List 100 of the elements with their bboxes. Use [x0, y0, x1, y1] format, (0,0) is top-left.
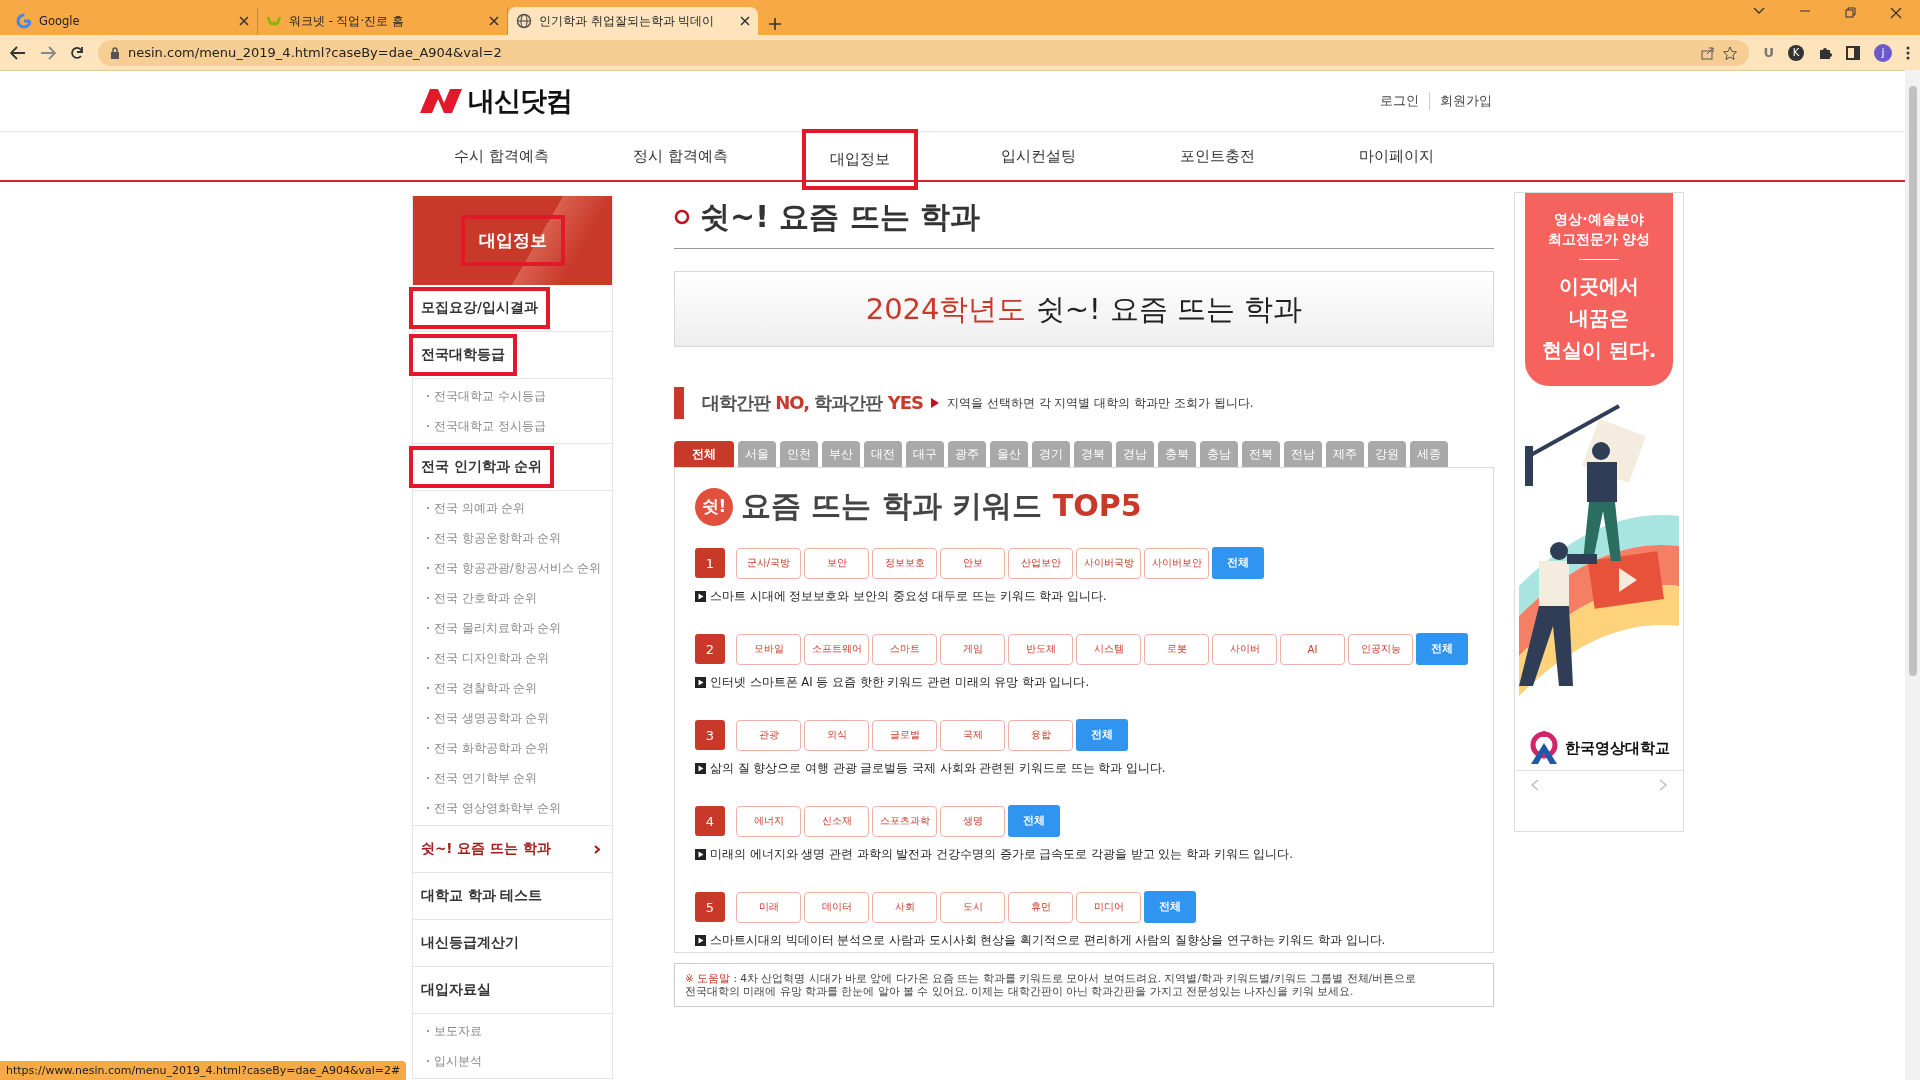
- site-logo[interactable]: 내신닷컴: [468, 83, 572, 119]
- keyword-button[interactable]: 정보보호: [872, 547, 937, 579]
- rank-badge: 2: [695, 634, 725, 664]
- sidebar-subitem[interactable]: 전국 물리치료학과 순위: [434, 620, 562, 636]
- shh-badge: 쉿!: [695, 487, 733, 526]
- nav-link[interactable]: 마이페이지: [1331, 125, 1462, 187]
- sidebar-subitem[interactable]: 전국대학교 정시등급: [434, 418, 546, 434]
- all-button[interactable]: 전체: [1416, 633, 1468, 665]
- reload-icon[interactable]: [70, 45, 84, 60]
- sidebar-item[interactable]: 내신등급계산기: [413, 920, 612, 967]
- keyword-button[interactable]: 로봇: [1144, 633, 1209, 665]
- sidebar-subitem[interactable]: 전국 화학공학과 순위: [434, 740, 550, 756]
- address-bar[interactable]: nesin.com/menu_2019_4.html?caseBy=dae_A904&val=2: [98, 39, 1750, 66]
- extension-button[interactable]: U: [1763, 45, 1774, 60]
- close-icon[interactable]: [1890, 6, 1902, 19]
- play-square-icon: [695, 763, 706, 774]
- profile-avatar[interactable]: j: [1874, 43, 1892, 62]
- header-link[interactable]: 회원가입: [1429, 92, 1492, 110]
- keyword-button[interactable]: 모바일: [736, 633, 801, 665]
- keyword-button[interactable]: 글로벌: [872, 719, 937, 751]
- group-description: 스마트시대의 빅데이터 분석으로 사람과 도시사회 현상을 획기적으로 편리하게 사람의 질향상을 연구하는 키워드 학과 입니다.: [710, 933, 1386, 948]
- keyword-button[interactable]: 사회: [872, 891, 937, 923]
- nav-link[interactable]: 포인트충전: [1152, 125, 1283, 187]
- keyword-button[interactable]: 스마트: [872, 633, 937, 665]
- sidebar-subitem[interactable]: 전국 생명공학과 순위: [434, 710, 550, 726]
- nav-link[interactable]: 수시 합격예측: [426, 125, 577, 187]
- keyword-button[interactable]: 보안: [804, 547, 869, 579]
- all-button[interactable]: 전체: [1076, 719, 1128, 751]
- keyword-button[interactable]: 신소재: [804, 805, 869, 837]
- menu-icon[interactable]: [1906, 45, 1910, 60]
- keyword-button[interactable]: 휴먼: [1008, 891, 1073, 923]
- sidebar-item[interactable]: 대입자료실: [413, 967, 612, 1014]
- keyword-button[interactable]: 사이버국방: [1076, 547, 1141, 579]
- keyword-title: 요즘 뜨는 학과 키워드 TOP5: [741, 487, 1142, 525]
- restore-icon[interactable]: [1845, 6, 1856, 18]
- keyword-button[interactable]: 소프트웨어: [804, 633, 869, 665]
- keyword-button[interactable]: 생명: [940, 805, 1005, 837]
- keyword-button[interactable]: 안보: [940, 547, 1005, 579]
- slogan-text: 학과간판: [813, 392, 884, 413]
- forward-icon[interactable]: [40, 45, 56, 60]
- keyword-button[interactable]: AI: [1280, 633, 1345, 665]
- keyword-button[interactable]: 사이버: [1212, 633, 1277, 665]
- sidebar-item[interactable]: 쉿~! 요즘 뜨는 학과: [413, 826, 612, 873]
- sidebar-subitem[interactable]: 보도자료: [434, 1023, 482, 1039]
- share-icon[interactable]: [1701, 45, 1716, 60]
- keyword-button[interactable]: 미래: [736, 891, 801, 923]
- nav-link[interactable]: 정시 합격예측: [605, 125, 756, 187]
- close-icon[interactable]: [489, 16, 499, 26]
- sidebar-subitem[interactable]: 전국 의예과 순위: [434, 500, 526, 516]
- keyword-button[interactable]: 군사/국방: [736, 547, 801, 579]
- extension-button[interactable]: K: [1788, 44, 1804, 61]
- rank-badge: 1: [695, 548, 725, 578]
- new-tab-icon[interactable]: [768, 17, 782, 31]
- sidebar-subitem[interactable]: 전국 경찰학과 순위: [434, 680, 538, 696]
- sidebar-subitem[interactable]: 전국 간호학과 순위: [434, 590, 538, 606]
- keyword-button[interactable]: 산업보안: [1008, 547, 1073, 579]
- keyword-button[interactable]: 게임: [940, 633, 1005, 665]
- keyword-button[interactable]: 외식: [804, 719, 869, 751]
- nav-link[interactable]: 대입정보: [801, 128, 918, 190]
- rank-badge: 3: [695, 720, 725, 750]
- keyword-button[interactable]: 미디어: [1076, 891, 1141, 923]
- keyword-button[interactable]: 융합: [1008, 719, 1073, 751]
- sidebar-item[interactable]: 대학교 학과 테스트: [413, 873, 612, 920]
- keyword-button[interactable]: 시스템: [1076, 633, 1141, 665]
- puzzle-icon[interactable]: [1818, 45, 1832, 60]
- keyword-button[interactable]: 관광: [736, 719, 801, 751]
- ad-headline: 현실이 된다.: [1540, 337, 1658, 364]
- keyword-button[interactable]: 에너지: [736, 805, 801, 837]
- sidebar-icon[interactable]: [1846, 45, 1860, 60]
- keyword-button[interactable]: 반도체: [1008, 633, 1073, 665]
- all-button[interactable]: 전체: [1212, 547, 1264, 579]
- nav-link[interactable]: 입시컨설팅: [973, 125, 1104, 187]
- keyword-button[interactable]: 스포츠과학: [872, 805, 937, 837]
- sidebar-subitem[interactable]: 전국 항공운항학과 순위: [434, 530, 562, 546]
- scrollbar[interactable]: [1905, 70, 1920, 1080]
- help-note: ※ 도움말 : 4차 산업혁명 시대가 바로 앞에 다가온 요즘 뜨는 학과를 키워드로 모아서 보여드려요. 지역별/학과 키워드별/키워드 그룹별 전체/버튼으로 전국대학의 미래에 유망 학과를 한눈에 알아 볼 수 있어요. 이제는 대학간판이 아닌 학과간판을 가지고 전문성있는 나자신을 키워 보세요.: [674, 963, 1494, 1007]
- all-button[interactable]: 전체: [1144, 891, 1196, 923]
- star-icon[interactable]: [1723, 45, 1738, 60]
- chevron-icon[interactable]: [1753, 6, 1765, 15]
- sidebar-subitem[interactable]: 전국 영상영화학부 순위: [434, 800, 562, 816]
- back-icon[interactable]: [10, 45, 26, 60]
- sidebar-subitem[interactable]: 전국대학교 수시등급: [434, 388, 546, 404]
- keyword-button[interactable]: 데이터: [804, 891, 869, 923]
- close-icon[interactable]: [740, 16, 750, 26]
- close-icon[interactable]: [239, 16, 249, 26]
- sidebar-subitem[interactable]: 입시분석: [434, 1053, 482, 1069]
- globe-icon: [516, 13, 532, 29]
- keyword-button[interactable]: 국제: [940, 719, 1005, 751]
- header-link[interactable]: 로그인: [1380, 92, 1419, 110]
- sidebar-subitem[interactable]: 전국 항공관광/항공서비스 순위: [434, 560, 602, 576]
- all-button[interactable]: 전체: [1008, 805, 1060, 837]
- browser-tab[interactable]: 인기학과 취업잘되는학과 빅데이: [508, 7, 758, 35]
- group-description: 미래의 에너지와 생명 관련 과학의 발전과 건강수명의 증가로 급속도로 각광을 받고 있는 학과 키워드 입니다.: [710, 847, 1293, 862]
- sidebar-subitem[interactable]: 전국 디자인학과 순위: [434, 650, 550, 666]
- rank-badge: 4: [695, 806, 725, 836]
- region-tab[interactable]: 전체: [674, 441, 734, 467]
- keyword-button[interactable]: 인공지능: [1348, 633, 1413, 665]
- sidebar-subitem[interactable]: 전국 연기학부 순위: [434, 770, 538, 786]
- keyword-button[interactable]: 도시: [940, 891, 1005, 923]
- keyword-button[interactable]: 사이버보안: [1144, 547, 1209, 579]
